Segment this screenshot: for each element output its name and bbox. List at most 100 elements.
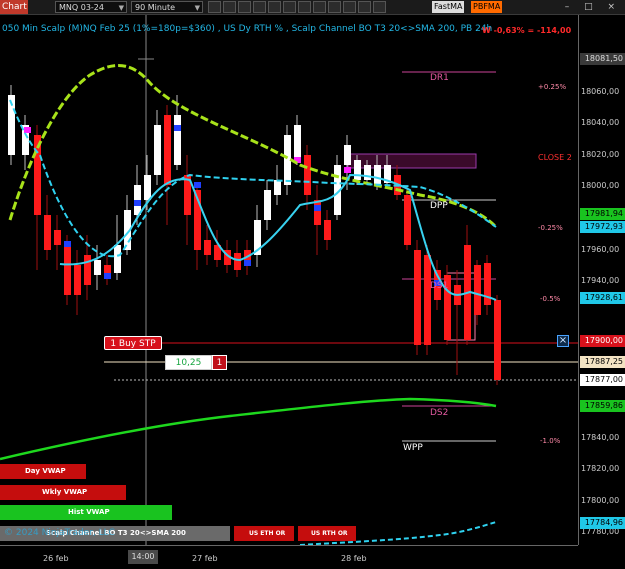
day-vwap-button[interactable]: Day VWAP (0, 464, 86, 479)
ds2-label: DS2 (430, 408, 449, 418)
signal-marker (24, 127, 31, 133)
price-tag-last: 17877,00 (580, 374, 625, 386)
candle-body (344, 145, 351, 165)
candle-body (274, 180, 281, 195)
candle-body (474, 265, 481, 315)
price-tick: 18040,00 (581, 118, 620, 127)
price-tick: 18000,00 (581, 181, 620, 190)
wpp-label: WPP (403, 443, 423, 453)
signal-marker (104, 273, 111, 279)
price-tag-lower-ma: 17784,96 (580, 517, 625, 529)
candle-body (304, 155, 311, 195)
strategies-button[interactable] (283, 1, 296, 13)
candle-body (314, 200, 321, 225)
weekly-vwap-button[interactable]: Wkly VWAP (0, 485, 126, 500)
pct-minus-025: -0.25% (538, 224, 563, 232)
candle-body (324, 220, 331, 240)
price-tick: 17940,00 (581, 276, 620, 285)
signal-marker (244, 260, 251, 266)
price-tag-vwap: 17859,86 (580, 400, 625, 412)
pct-minus-05: -0.5% (540, 295, 561, 303)
bar-type-button[interactable] (208, 1, 221, 13)
drawing-tools-button[interactable] (253, 1, 266, 13)
candle-body (404, 195, 411, 245)
candle-body (284, 135, 291, 185)
candle-body (94, 260, 101, 275)
price-tag-high: 18081,50 (580, 53, 625, 65)
pct-minus-1: -1.0% (540, 437, 561, 445)
order-quantity-value[interactable]: 10,25 (165, 355, 212, 370)
pnl-readout: W -0,63% = -114,00 (482, 26, 572, 35)
candle-body (154, 125, 161, 175)
indicators-button[interactable] (268, 1, 281, 13)
date-label: 26 feb (43, 554, 69, 563)
link-button[interactable] (373, 1, 386, 13)
zoom-out-button[interactable] (238, 1, 251, 13)
price-chart[interactable] (0, 15, 578, 545)
candle-body (74, 265, 81, 295)
signal-marker (314, 205, 321, 211)
candle-body (174, 115, 181, 165)
price-tag-avg: 17887,25 (580, 356, 625, 368)
candle-body (144, 175, 151, 200)
candle-body (264, 190, 271, 220)
us-eth-or-button[interactable]: US ETH OR (234, 526, 294, 541)
price-tick: 17960,00 (581, 245, 620, 254)
candle-body (424, 255, 431, 345)
crosshair-button[interactable] (313, 1, 326, 13)
candle-body (374, 165, 381, 185)
time-axis[interactable]: 26 feb 27 feb 28 feb 14:00 (0, 545, 578, 569)
interval-selector[interactable]: 90 Minute ▼ (131, 1, 203, 13)
properties-button[interactable] (298, 1, 311, 13)
fast-ma-line (8, 63, 498, 229)
candle-body (64, 245, 71, 295)
snapshot-button[interactable] (343, 1, 356, 13)
price-tick: 18020,00 (581, 150, 620, 159)
candle-body (354, 160, 361, 180)
dpp-label: DPP (430, 201, 448, 211)
hist-vwap-button[interactable]: Hist VWAP (0, 505, 172, 520)
candle-body (44, 215, 51, 250)
signal-marker (64, 241, 71, 247)
data-box-button[interactable] (358, 1, 371, 13)
candle-body (114, 245, 121, 273)
candle-body (54, 230, 61, 245)
chart-trader-button[interactable] (328, 1, 341, 13)
candle-body (164, 115, 171, 185)
order-quantity-count[interactable]: 1 (212, 355, 227, 370)
signal-marker (194, 182, 201, 188)
price-tag-slow-ma: 17972,93 (580, 221, 625, 233)
candle-body (234, 253, 241, 270)
chevron-down-icon: ▼ (118, 4, 124, 12)
signal-marker (134, 200, 141, 206)
price-tick: 17820,00 (581, 464, 620, 473)
instrument-selector[interactable]: MNQ 03-24 ▼ (55, 1, 127, 13)
price-tag-buy-stop: 17900,00 (580, 335, 625, 347)
time-cursor-label: 14:00 (128, 550, 158, 564)
chevron-down-icon: ▼ (194, 4, 200, 12)
candle-body (414, 250, 421, 345)
price-tick: 18060,00 (581, 87, 620, 96)
fastma-tag[interactable]: FastMA (432, 1, 465, 13)
window-controls[interactable]: – □ × (565, 0, 621, 14)
chart-tab[interactable]: Chart (0, 0, 28, 14)
pct-plus-025: +0.25% (538, 83, 567, 91)
price-tag-fast-ma: 17981,94 (580, 208, 625, 220)
close2-label: CLOSE 2 (538, 153, 572, 162)
zoom-in-button[interactable] (223, 1, 236, 13)
close-order-icon[interactable]: × (557, 335, 569, 347)
date-label: 28 feb (341, 554, 367, 563)
dr1-label: DR1 (430, 73, 449, 83)
price-tick: 17800,00 (581, 496, 620, 505)
price-tag-channel: 17928,61 (580, 292, 625, 304)
candle-body (294, 125, 301, 160)
price-axis[interactable]: 18060,00 18040,00 18020,00 18000,00 1796… (578, 15, 625, 545)
copyright-watermark: © 2024 NinjaTrader, LLC (4, 528, 115, 538)
us-rth-or-button[interactable]: US RTH OR (298, 526, 356, 541)
signal-marker (174, 125, 181, 131)
signal-marker (344, 167, 351, 173)
candle-body (364, 165, 371, 180)
buy-stop-order[interactable]: 1 Buy STP (104, 336, 162, 350)
candle-body (204, 240, 211, 255)
pbfma-tag[interactable]: PBFMA (471, 1, 503, 13)
